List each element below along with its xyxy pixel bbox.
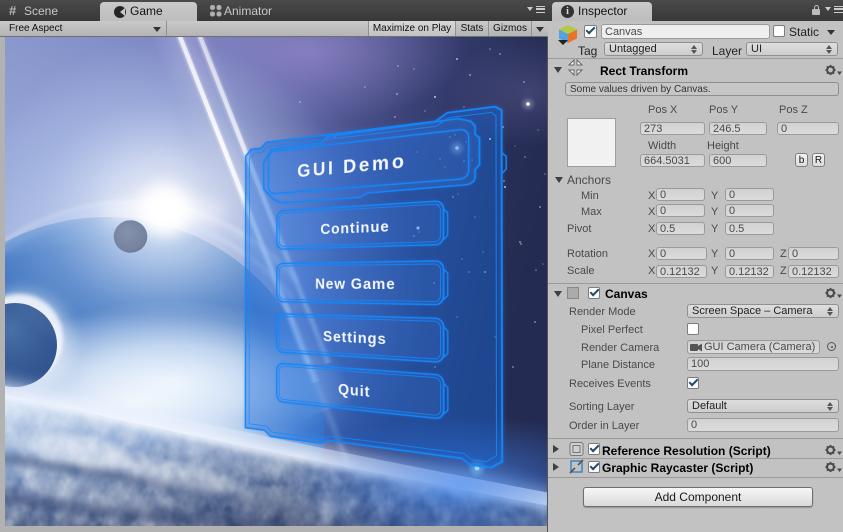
- svg-text:New Game: New Game: [315, 275, 396, 294]
- svg-text:Settings: Settings: [323, 327, 387, 348]
- svg-text:Quit: Quit: [338, 380, 370, 401]
- svg-text:Continue: Continue: [320, 217, 389, 238]
